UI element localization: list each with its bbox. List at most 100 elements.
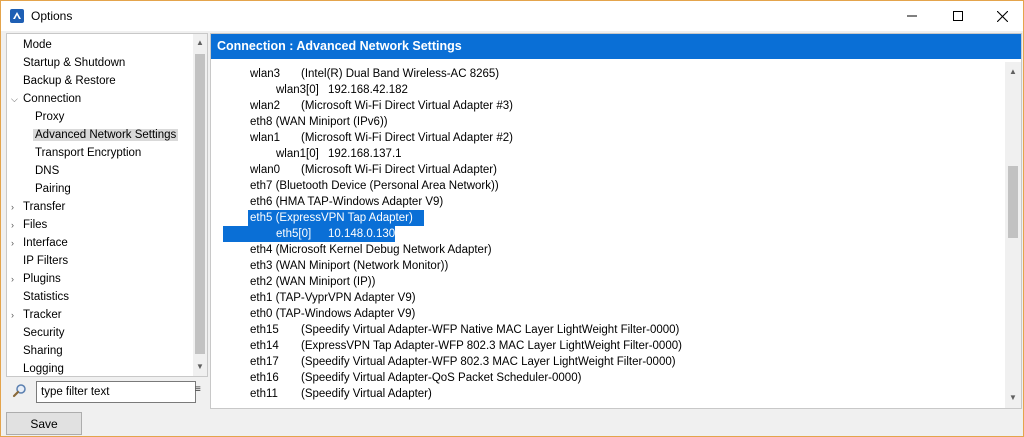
interface-name: wlan2 xyxy=(250,100,281,112)
interface-name: eth15 xyxy=(250,324,279,336)
list-item[interactable]: eth7 (Bluetooth Device (Personal Area Ne… xyxy=(250,178,950,194)
list-item[interactable]: eth17 (Speedify Virtual Adapter-WFP 802.… xyxy=(250,354,990,370)
tree-item-sharing[interactable]: Sharing xyxy=(23,342,63,360)
maximize-button[interactable] xyxy=(935,1,981,31)
scroll-up-icon[interactable]: ▲ xyxy=(193,36,207,50)
tree-item-statistics[interactable]: Statistics xyxy=(23,288,69,306)
tree-item-startup-shutdown[interactable]: Startup & Shutdown xyxy=(23,54,125,72)
tree-item-label: Mode xyxy=(23,39,52,51)
scroll-up-icon[interactable]: ▲ xyxy=(1006,65,1020,79)
tree-item-logging[interactable]: Logging xyxy=(23,360,64,376)
interface-name: wlan1 xyxy=(250,132,281,144)
interface-name: eth11 xyxy=(250,388,278,400)
tree-item-mode[interactable]: Mode xyxy=(23,36,52,54)
tree-item-interface[interactable]: Interface xyxy=(23,234,68,252)
save-button[interactable]: Save xyxy=(6,412,82,435)
search-icon xyxy=(12,384,26,398)
tree-item-proxy[interactable]: Proxy xyxy=(35,108,64,126)
close-icon xyxy=(996,10,1008,22)
settings-content-panel: Connection : Advanced Network Settings w… xyxy=(210,33,1022,409)
interface-description: (ExpressVPN Tap Adapter-WFP 802.3 MAC La… xyxy=(301,340,682,352)
tree-item-label: Advanced Network Settings xyxy=(33,129,179,141)
tree-scrollbar[interactable]: ▲ ▼ xyxy=(193,34,207,376)
scroll-down-icon[interactable]: ▼ xyxy=(193,360,207,374)
tree-item-backup-restore[interactable]: Backup & Restore xyxy=(23,72,116,90)
settings-tree-panel: Mode Startup & Shutdown Backup & Restore… xyxy=(6,33,208,377)
tree-item-security[interactable]: Security xyxy=(23,324,65,342)
list-item[interactable]: wlan0 (Microsoft Wi-Fi Direct Virtual Ad… xyxy=(250,162,950,178)
tree-item-transport-encryption[interactable]: Transport Encryption xyxy=(35,144,141,162)
tree-item-files[interactable]: Files xyxy=(23,216,47,234)
minimize-button[interactable] xyxy=(889,1,935,31)
tree-item-label: Connection xyxy=(23,93,82,105)
list-item[interactable]: eth4 (Microsoft Kernel Debug Network Ada… xyxy=(250,242,950,258)
tree-item-pairing[interactable]: Pairing xyxy=(35,180,71,198)
tree-item-label: Security xyxy=(23,327,65,339)
tree-item-dns[interactable]: DNS xyxy=(35,162,59,180)
tree-item-label: Logging xyxy=(23,363,64,375)
list-item[interactable]: eth16 (Speedify Virtual Adapter-QoS Pack… xyxy=(250,370,990,386)
tree-item-label: Backup & Restore xyxy=(23,75,116,87)
list-item-selected[interactable]: eth5[0] 10.148.0.130 xyxy=(223,226,395,242)
tree-scrollbar-thumb[interactable] xyxy=(195,54,205,354)
interface-description: (Speedify Virtual Adapter-QoS Packet Sch… xyxy=(301,372,582,384)
filter-options-icon[interactable]: ≡ xyxy=(195,384,205,396)
content-scrollbar[interactable]: ▲ ▼ xyxy=(1005,62,1021,408)
interface-name: eth7 (Bluetooth Device (Personal Area Ne… xyxy=(250,180,499,192)
list-item[interactable]: wlan1 (Microsoft Wi-Fi Direct Virtual Ad… xyxy=(250,130,950,146)
list-item[interactable]: wlan3 (Intel(R) Dual Band Wireless-AC 82… xyxy=(250,66,950,82)
interface-name: eth8 (WAN Miniport (IPv6)) xyxy=(250,116,388,128)
filter-input[interactable] xyxy=(36,381,196,403)
tree-item-ip-filters[interactable]: IP Filters xyxy=(23,252,68,270)
chevron-right-icon[interactable]: › xyxy=(11,234,19,252)
list-item[interactable]: eth8 (WAN Miniport (IPv6)) xyxy=(250,114,950,130)
tree-item-label: Tracker xyxy=(23,309,62,321)
interface-name: wlan0 xyxy=(250,164,281,176)
tree-item-tracker[interactable]: Tracker xyxy=(23,306,62,324)
list-item[interactable]: eth0 (TAP-Windows Adapter V9) xyxy=(250,306,950,322)
list-item[interactable]: wlan3[0] 192.168.42.182 xyxy=(276,82,876,98)
tree-item-label: Transport Encryption xyxy=(35,147,142,159)
chevron-right-icon[interactable]: › xyxy=(11,198,19,216)
tree-item-advanced-network-settings[interactable]: Advanced Network Settings xyxy=(33,126,179,144)
section-title: Connection : Advanced Network Settings xyxy=(211,34,1021,59)
app-logo-icon xyxy=(10,9,24,23)
interface-name: eth5 (ExpressVPN Tap Adapter) xyxy=(250,212,413,224)
interface-name: eth4 (Microsoft Kernel Debug Network Ada… xyxy=(250,244,492,256)
list-item[interactable]: eth15 (Speedify Virtual Adapter-WFP Nati… xyxy=(250,322,990,338)
window-title: Options xyxy=(31,9,73,23)
list-item[interactable]: eth6 (HMA TAP-Windows Adapter V9) xyxy=(250,194,950,210)
tree-item-transfer[interactable]: Transfer xyxy=(23,198,65,216)
list-item[interactable]: eth1 (TAP-VyprVPN Adapter V9) xyxy=(250,290,950,306)
scroll-down-icon[interactable]: ▼ xyxy=(1006,391,1020,405)
interface-description: (Speedify Virtual Adapter-WFP 802.3 MAC … xyxy=(301,356,676,368)
chevron-right-icon[interactable]: › xyxy=(11,270,19,288)
list-item[interactable]: eth11 (Speedify Virtual Adapter) xyxy=(250,386,990,402)
interface-address: 192.168.42.182 xyxy=(328,84,408,96)
interface-name: eth14 xyxy=(250,340,279,352)
list-item[interactable]: wlan1[0] 192.168.137.1 xyxy=(276,146,876,162)
minimize-icon xyxy=(907,15,917,17)
chevron-down-icon[interactable]: ⌵ xyxy=(11,90,19,108)
list-item[interactable]: wlan2 (Microsoft Wi-Fi Direct Virtual Ad… xyxy=(250,98,950,114)
interface-description: (Microsoft Wi-Fi Direct Virtual Adapter … xyxy=(301,100,513,112)
title-bar[interactable]: Options xyxy=(1,1,1023,31)
network-interface-list: wlan3 (Intel(R) Dual Band Wireless-AC 82… xyxy=(211,62,1005,408)
interface-description: (Speedify Virtual Adapter-WFP Native MAC… xyxy=(301,324,680,336)
tree-item-label: Sharing xyxy=(23,345,63,357)
list-item-selected[interactable]: eth5 (ExpressVPN Tap Adapter) xyxy=(248,210,424,226)
chevron-right-icon[interactable]: › xyxy=(11,216,19,234)
tree-item-connection[interactable]: Connection xyxy=(23,90,81,108)
interface-name: eth1 (TAP-VyprVPN Adapter V9) xyxy=(250,292,416,304)
close-button[interactable] xyxy=(979,1,1023,31)
list-item[interactable]: eth2 (WAN Miniport (IP)) xyxy=(250,274,950,290)
list-item[interactable]: eth3 (WAN Miniport (Network Monitor)) xyxy=(250,258,950,274)
tree-item-label: Pairing xyxy=(35,183,71,195)
chevron-right-icon[interactable]: › xyxy=(11,306,19,324)
tree-item-plugins[interactable]: Plugins xyxy=(23,270,61,288)
maximize-icon xyxy=(953,11,963,21)
interface-description: (Intel(R) Dual Band Wireless-AC 8265) xyxy=(301,68,500,80)
interface-description: (Speedify Virtual Adapter) xyxy=(301,388,432,400)
content-scrollbar-thumb[interactable] xyxy=(1008,166,1018,238)
list-item[interactable]: eth14 (ExpressVPN Tap Adapter-WFP 802.3 … xyxy=(250,338,990,354)
